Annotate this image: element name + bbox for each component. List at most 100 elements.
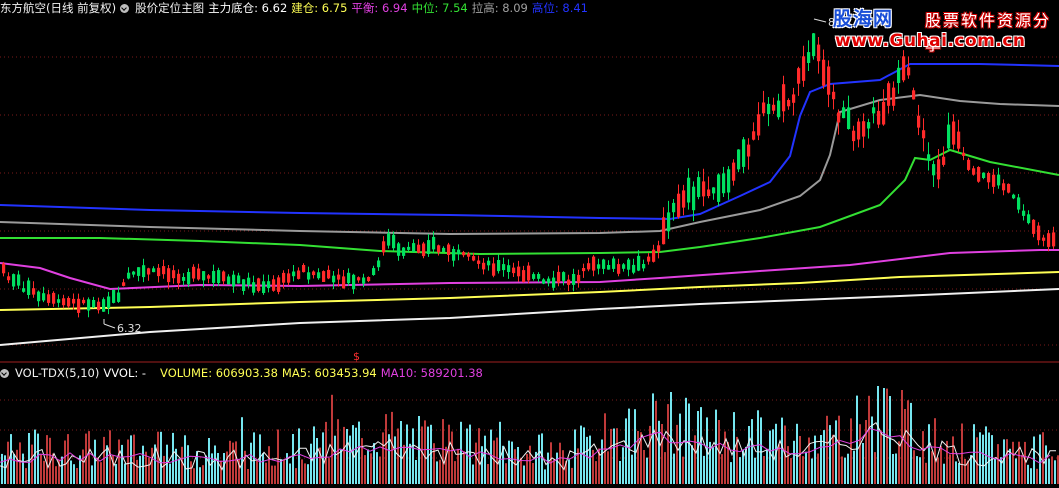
watermark-line1: 股海网 [833, 8, 894, 30]
grid-lines [0, 56, 1059, 459]
candle-body-up [747, 144, 751, 157]
volume-bar-down [73, 464, 75, 484]
candle-body-up [952, 121, 956, 145]
volume-bar-down [811, 458, 813, 484]
volume-bar-down [499, 421, 501, 484]
candle-body-up [7, 276, 11, 281]
candle-body-down [317, 272, 321, 279]
candle-body-up [1042, 237, 1046, 241]
candle-body-up [937, 159, 941, 180]
candle-body-down [497, 260, 501, 272]
candle-body-up [617, 264, 621, 274]
volume-bar-up [925, 462, 927, 484]
candle-body-up [1052, 232, 1056, 247]
candle-body-down [667, 212, 671, 232]
volume-bar-up [922, 431, 924, 484]
dropdown-icon[interactable] [120, 3, 130, 13]
volume-bar-up [817, 453, 819, 484]
candle-body-up [882, 101, 886, 125]
volume-bar-down [547, 452, 549, 484]
chart-stage: 6.32 8 $ 东方航空(日线 前复权) 股价定位主图 主力底仓: 6.62 建仓… [0, 0, 1059, 484]
candle-body-up [207, 275, 211, 279]
volume-bar-down [34, 429, 36, 484]
candle-body-up [297, 270, 301, 279]
candle-body-down [92, 300, 96, 308]
volume-bar-down [316, 438, 318, 484]
candle-body-up [942, 156, 946, 165]
indicator-name[interactable]: 股价定位主图 [135, 0, 204, 16]
volume-bar-up [190, 461, 192, 484]
volume-bar-down [406, 424, 408, 484]
candle-body-up [157, 267, 161, 277]
candle-body-down [232, 274, 236, 287]
candle-body-up [787, 100, 791, 107]
volume-bar-down [970, 455, 972, 484]
volume-bar-down [13, 454, 15, 484]
volume-bar-up [526, 453, 528, 484]
candle-body-down [332, 275, 336, 283]
volume-bar-down [214, 445, 216, 484]
volume-bar-up [40, 455, 42, 484]
candle-body-down [117, 292, 121, 302]
volume-bar-down [751, 419, 753, 484]
dropdown-icon[interactable] [0, 368, 9, 378]
volume-bar-up [361, 438, 363, 484]
candle-body-up [287, 273, 291, 283]
volume-bar-up [934, 418, 936, 484]
candle-body-up [382, 241, 386, 253]
volume-bar-down [631, 454, 633, 484]
candle-body-down [242, 279, 246, 291]
volume-bar-up [127, 439, 129, 484]
volume-bar-down [793, 440, 795, 484]
volume-bar-down [862, 443, 864, 484]
candle-body-down [392, 234, 396, 249]
volume-bar-down [106, 445, 108, 484]
volume-bar-down [460, 421, 462, 484]
candle-body-up [967, 159, 971, 170]
volume-bar-down [544, 469, 546, 484]
candle-body-down [692, 186, 696, 211]
volume-bar-down [184, 435, 186, 484]
volume-bar-up [304, 463, 306, 484]
volume-bar-down [415, 460, 417, 484]
candle-body-up [32, 288, 36, 295]
volume-bar-down [730, 462, 732, 484]
candle-body-down [57, 299, 61, 303]
volume-bar-up [421, 426, 423, 484]
volume-bar-down [589, 435, 591, 484]
volume-bar-down [910, 402, 912, 484]
volume-label: VOLUME: 606903.38 [160, 366, 278, 380]
volume-bar-down [115, 464, 117, 484]
volume-bar-down [394, 436, 396, 484]
volume-bar-down [349, 435, 351, 484]
candle-body-down [542, 279, 546, 284]
volume-bar-up [268, 446, 270, 484]
volume-bar-down [928, 424, 930, 484]
candle-body-up [862, 121, 866, 137]
candle-body-down [867, 122, 871, 129]
candle-body-down [727, 169, 731, 193]
chart-svg: 6.328$ [0, 16, 1059, 484]
volume-bar-up [136, 459, 138, 484]
stock-title[interactable]: 东方航空(日线 前复权) [0, 0, 116, 16]
candle-body-up [652, 249, 656, 262]
candle-body-up [47, 294, 51, 303]
candle-body-up [147, 268, 151, 275]
volume-bar-up [595, 461, 597, 484]
candle-body-up [477, 260, 481, 264]
volume-bar-up [532, 463, 534, 484]
candle-body-up [337, 274, 341, 280]
volume-bar-down [712, 447, 714, 484]
volume-bar-up [277, 429, 279, 484]
candle-body-down [932, 164, 936, 176]
candles [2, 33, 1056, 318]
candle-body-up [592, 256, 596, 271]
vol-title[interactable]: VOL-TDX(5,10) [15, 365, 99, 381]
volume-bar-down [973, 424, 975, 484]
candle-body-down [572, 274, 576, 285]
level-line-white [0, 288, 1059, 346]
volume-bar-down [625, 418, 627, 484]
candle-body-up [677, 193, 681, 217]
volume-bar-down [769, 430, 771, 484]
volume-bar-down [262, 453, 264, 484]
